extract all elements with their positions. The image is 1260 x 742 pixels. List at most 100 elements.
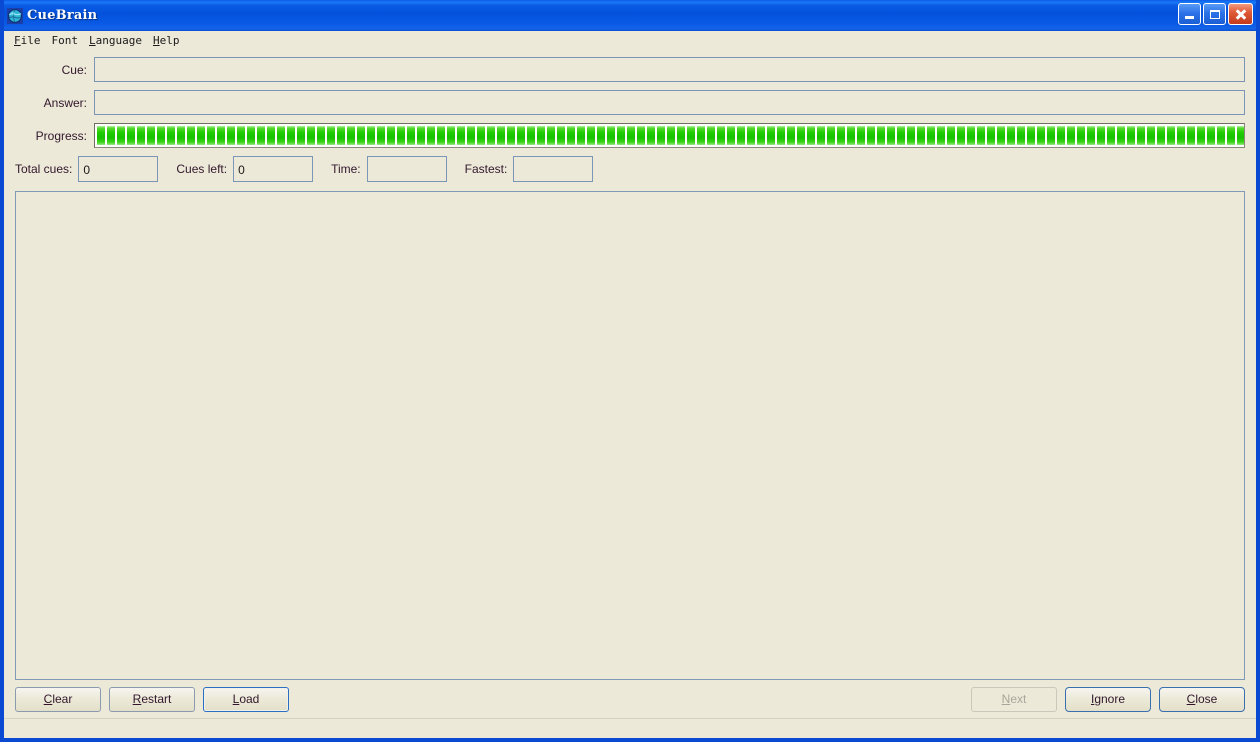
progress-segment [327, 126, 335, 145]
fastest-field[interactable] [513, 156, 594, 182]
total-cues-field[interactable] [78, 156, 159, 182]
menu-item-help[interactable]: Help [149, 33, 187, 48]
progress-bar [94, 123, 1245, 148]
progress-segment [557, 126, 565, 145]
progress-segment [1077, 126, 1085, 145]
progress-segment [787, 126, 795, 145]
fastest-label: Fastest: [464, 162, 508, 176]
progress-segment [157, 126, 165, 145]
progress-segment [867, 126, 875, 145]
progress-segment [1127, 126, 1135, 145]
progress-segment [827, 126, 835, 145]
button-bar: Clear Restart Load Next Ignore Close [4, 680, 1256, 718]
progress-segment [177, 126, 185, 145]
window-controls [1178, 3, 1253, 25]
progress-segment [967, 126, 975, 145]
progress-segment [1017, 126, 1025, 145]
progress-segment [1237, 126, 1244, 145]
ignore-button[interactable]: Ignore [1065, 686, 1151, 712]
progress-segment [977, 126, 985, 145]
progress-segment [747, 126, 755, 145]
progress-segment [1007, 126, 1015, 145]
time-label: Time: [331, 162, 361, 176]
progress-segment [947, 126, 955, 145]
window-title: CueBrain [27, 8, 98, 23]
load-button[interactable]: Load [203, 686, 289, 712]
progress-segment [167, 126, 175, 145]
progress-segment [627, 126, 635, 145]
form-area: Cue: Answer: Progress: Total cues: Cues … [4, 49, 1256, 191]
title-bar[interactable]: CueBrain [4, 0, 1256, 31]
clear-button[interactable]: Clear [15, 686, 101, 712]
progress-segment [667, 126, 675, 145]
progress-segment [597, 126, 605, 145]
progress-segment [197, 126, 205, 145]
progress-segment [917, 126, 925, 145]
progress-segment [447, 126, 455, 145]
close-button[interactable]: Close [1159, 686, 1245, 712]
menu-item-font[interactable]: Font [48, 33, 86, 48]
menu-item-language[interactable]: Language [85, 33, 149, 48]
progress-segment [507, 126, 515, 145]
maximize-icon[interactable] [1203, 3, 1226, 25]
progress-segment [477, 126, 485, 145]
progress-segment [247, 126, 255, 145]
progress-segment [467, 126, 475, 145]
cue-label: Cue: [61, 62, 87, 77]
progress-segment [577, 126, 585, 145]
progress-segment [317, 126, 325, 145]
progress-segment [637, 126, 645, 145]
progress-segment [277, 126, 285, 145]
status-bar [4, 718, 1256, 738]
close-icon[interactable] [1228, 3, 1253, 25]
time-field[interactable] [366, 156, 447, 182]
progress-segment [957, 126, 965, 145]
progress-segment [117, 126, 125, 145]
progress-segment [567, 126, 575, 145]
cue-input[interactable] [94, 57, 1245, 82]
progress-segment [737, 126, 745, 145]
progress-segment [717, 126, 725, 145]
progress-segment [1167, 126, 1175, 145]
progress-segment [1097, 126, 1105, 145]
progress-segment [437, 126, 445, 145]
progress-segment [537, 126, 545, 145]
progress-segment [367, 126, 375, 145]
progress-segment [587, 126, 595, 145]
restart-button[interactable]: Restart [109, 686, 195, 712]
answer-label: Answer: [43, 95, 87, 110]
progress-segment [1037, 126, 1045, 145]
progress-segment [657, 126, 665, 145]
progress-segment [897, 126, 905, 145]
progress-segment [857, 126, 865, 145]
answer-row: Answer: [15, 90, 1245, 115]
application-window: CueBrain File Font Language Help Cue: An… [0, 0, 1260, 742]
menu-item-file[interactable]: File [10, 33, 48, 48]
progress-segment [387, 126, 395, 145]
progress-segment [1177, 126, 1185, 145]
progress-segment [1067, 126, 1075, 145]
progress-segment [1187, 126, 1195, 145]
total-cues-label: Total cues: [15, 162, 73, 176]
progress-segment [797, 126, 805, 145]
progress-segment [887, 126, 895, 145]
progress-segment [497, 126, 505, 145]
progress-segment [527, 126, 535, 145]
progress-segment [287, 126, 295, 145]
progress-segment [987, 126, 995, 145]
progress-segment [1147, 126, 1155, 145]
minimize-icon[interactable] [1178, 3, 1201, 25]
progress-segment [937, 126, 945, 145]
progress-segment [347, 126, 355, 145]
progress-segment [107, 126, 115, 145]
progress-segment [1027, 126, 1035, 145]
cues-left-field[interactable] [233, 156, 314, 182]
progress-segment [137, 126, 145, 145]
cue-row: Cue: [15, 57, 1245, 82]
progress-segment [427, 126, 435, 145]
progress-segment [697, 126, 705, 145]
content-panel[interactable] [15, 191, 1245, 680]
counters-row: Total cues: Cues left: Time: Fastest: [15, 156, 1245, 182]
answer-input[interactable] [94, 90, 1245, 115]
progress-segment [147, 126, 155, 145]
